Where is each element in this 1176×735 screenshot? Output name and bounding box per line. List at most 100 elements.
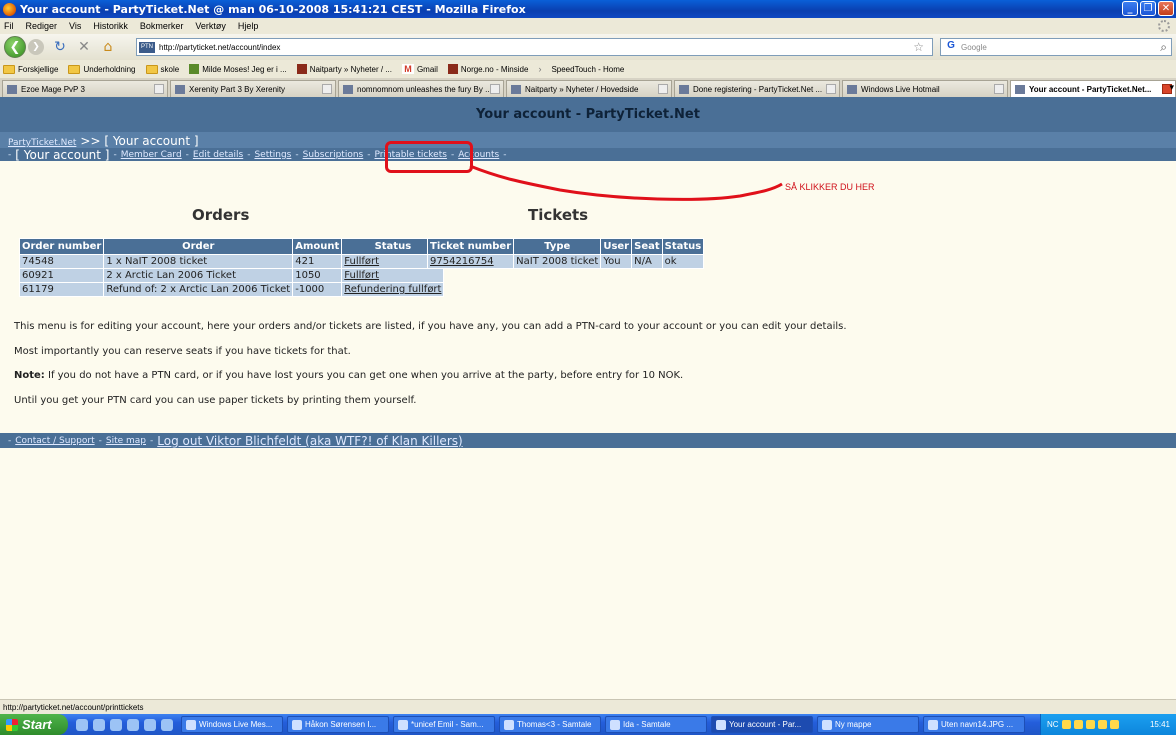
bookmark-item[interactable]: › SpeedTouch - Home — [538, 64, 624, 74]
bookmark-item[interactable]: Milde Moses! Jeg er i ... — [189, 64, 287, 74]
gmail-icon: M — [401, 64, 414, 74]
close-tab-icon[interactable] — [322, 84, 332, 94]
app-icon — [928, 719, 938, 730]
annotation-text: SÅ KLIKKER DU HER — [785, 182, 875, 192]
order-status-link[interactable]: Fullført — [344, 270, 379, 281]
start-button[interactable]: Start — [0, 714, 68, 735]
order-description: 1 x NaIT 2008 ticket — [103, 254, 294, 269]
quicklaunch-icon[interactable] — [127, 718, 139, 731]
quicklaunch-icon[interactable] — [144, 718, 156, 731]
language-indicator[interactable]: NC — [1047, 720, 1059, 729]
quicklaunch-icon[interactable] — [76, 718, 88, 731]
maximize-button[interactable]: ❐ — [1140, 1, 1156, 16]
folder-icon — [3, 64, 15, 74]
taskbar-item[interactable]: *unicef Emil - Sam... — [393, 716, 495, 733]
search-icon[interactable]: ⌕ — [1160, 40, 1167, 55]
close-tab-icon[interactable] — [826, 84, 836, 94]
tab-active[interactable]: Your account - PartyTicket.Net... — [1010, 80, 1176, 97]
table-row: 61179 Refund of: 2 x Arctic Lan 2006 Tic… — [18, 282, 445, 297]
order-description: Refund of: 2 x Arctic Lan 2006 Ticket — [103, 282, 294, 297]
close-tab-icon[interactable] — [154, 84, 164, 94]
table-row: 60921 2 x Arctic Lan 2006 Ticket 1050 Fu… — [18, 268, 445, 283]
bookmarks-toolbar: Forskjellige Underholdning skole Milde M… — [0, 60, 1176, 78]
logout-link[interactable]: Log out Viktor Blichfeldt (aka WTF?! of … — [157, 434, 462, 448]
order-status-link[interactable]: Fullført — [344, 256, 379, 267]
tickets-table: Ticket number Type User Seat Status 9754… — [426, 238, 705, 269]
ticket-number-link[interactable]: 9754216754 — [430, 256, 494, 267]
menu-history[interactable]: Historikk — [93, 21, 128, 31]
taskbar-item-active[interactable]: Your account - Par... — [711, 716, 813, 733]
app-icon — [186, 719, 196, 730]
tab-list-icon[interactable]: ▾ — [1169, 82, 1174, 93]
order-number: 60921 — [18, 268, 105, 283]
bookmark-item[interactable]: Naitparty » Nyheter / ... — [296, 64, 392, 74]
menu-bookmarks[interactable]: Bokmerker — [140, 21, 184, 31]
tab[interactable]: Ezoe Mage PvP 3 — [2, 80, 168, 97]
contact-support-link[interactable]: Contact / Support — [15, 436, 94, 446]
back-button[interactable]: ❮ — [4, 36, 26, 58]
search-input[interactable]: G Google ⌕ — [940, 38, 1172, 56]
menu-file[interactable]: Fil — [4, 21, 14, 31]
close-tab-icon[interactable] — [490, 84, 500, 94]
bookmark-item[interactable]: Forskjellige — [3, 64, 58, 74]
reload-icon[interactable]: ↻ — [52, 39, 68, 55]
system-tray: NC 15:41 — [1040, 714, 1176, 735]
menu-tools[interactable]: Verktøy — [195, 21, 226, 31]
status-bar: http://partyticket.net/account/printtick… — [0, 699, 1176, 714]
column-header: Order — [103, 238, 294, 255]
quick-launch — [76, 718, 173, 731]
taskbar-item[interactable]: Håkon Sørensen I... — [287, 716, 389, 733]
quicklaunch-icon[interactable] — [161, 718, 173, 731]
tray-icon[interactable] — [1073, 720, 1083, 729]
menu-edit[interactable]: Rediger — [26, 21, 58, 31]
close-tab-icon[interactable] — [994, 84, 1004, 94]
taskbar-item[interactable]: Ida - Samtale — [605, 716, 707, 733]
bookmark-item[interactable]: Norge.no - Minside — [447, 64, 528, 74]
info-paragraph: Most importantly you can reserve seats i… — [14, 346, 351, 357]
subnav-subscriptions[interactable]: Subscriptions — [303, 150, 364, 160]
info-paragraph: Until you get your PTN card you can use … — [14, 395, 417, 406]
taskbar-item[interactable]: Ny mappe — [817, 716, 919, 733]
tab[interactable]: Xerenity Part 3 By Xerenity — [170, 80, 336, 97]
taskbar-item[interactable]: Uten navn14.JPG ... — [923, 716, 1025, 733]
url-bar[interactable]: PTN http://partyticket.net/account/index… — [136, 38, 933, 56]
tab[interactable]: Windows Live Hotmail — [842, 80, 1008, 97]
menu-help[interactable]: Hjelp — [238, 21, 259, 31]
orders-table: Order number Order Amount Status 74548 1… — [18, 238, 445, 297]
order-amount: 1050 — [292, 268, 343, 283]
bookmark-star-icon[interactable]: ☆ — [913, 40, 924, 54]
menu-view[interactable]: Vis — [69, 21, 81, 31]
tray-icon[interactable] — [1061, 720, 1071, 729]
subnav-settings[interactable]: Settings — [254, 150, 291, 160]
clock[interactable]: 15:41 — [1150, 720, 1170, 729]
tickets-title: Tickets — [528, 206, 589, 224]
subnav-member-card[interactable]: Member Card — [121, 150, 182, 160]
minimize-button[interactable]: _ — [1122, 1, 1138, 16]
tray-icon[interactable] — [1085, 720, 1095, 729]
quicklaunch-icon[interactable] — [110, 718, 122, 731]
tray-icon[interactable] — [1097, 720, 1107, 729]
close-window-button[interactable]: ✕ — [1158, 1, 1174, 16]
bookmark-item[interactable]: Underholdning — [68, 64, 136, 74]
tray-icon[interactable] — [1109, 720, 1119, 729]
home-icon[interactable]: ⌂ — [100, 39, 116, 55]
taskbar-item[interactable]: Thomas<3 - Samtale — [499, 716, 601, 733]
annotation-highlight — [385, 141, 473, 173]
taskbar-item[interactable]: Windows Live Mes... — [181, 716, 283, 733]
ticket-status: ok — [661, 254, 705, 269]
tab[interactable]: nomnomnom unleashes the fury By ... — [338, 80, 504, 97]
tab[interactable]: Naitparty » Nyheter / Hovedside — [506, 80, 672, 97]
close-tab-icon[interactable] — [658, 84, 668, 94]
bookmark-item[interactable]: skole — [145, 64, 179, 74]
site-map-link[interactable]: Site map — [106, 436, 146, 446]
quicklaunch-icon[interactable] — [93, 718, 105, 731]
folder-icon — [68, 64, 81, 74]
order-status-link[interactable]: Refundering fullført — [344, 284, 441, 295]
subnav-edit-details[interactable]: Edit details — [193, 150, 243, 160]
page-icon — [189, 64, 200, 74]
stop-icon[interactable]: ✕ — [76, 39, 92, 55]
tab[interactable]: Done registering - PartyTicket.Net ... — [674, 80, 840, 97]
forward-button[interactable]: ❯ — [28, 39, 44, 55]
bookmark-item[interactable]: M Gmail — [401, 64, 438, 74]
breadcrumb-home-link[interactable]: PartyTicket.Net — [8, 138, 76, 148]
